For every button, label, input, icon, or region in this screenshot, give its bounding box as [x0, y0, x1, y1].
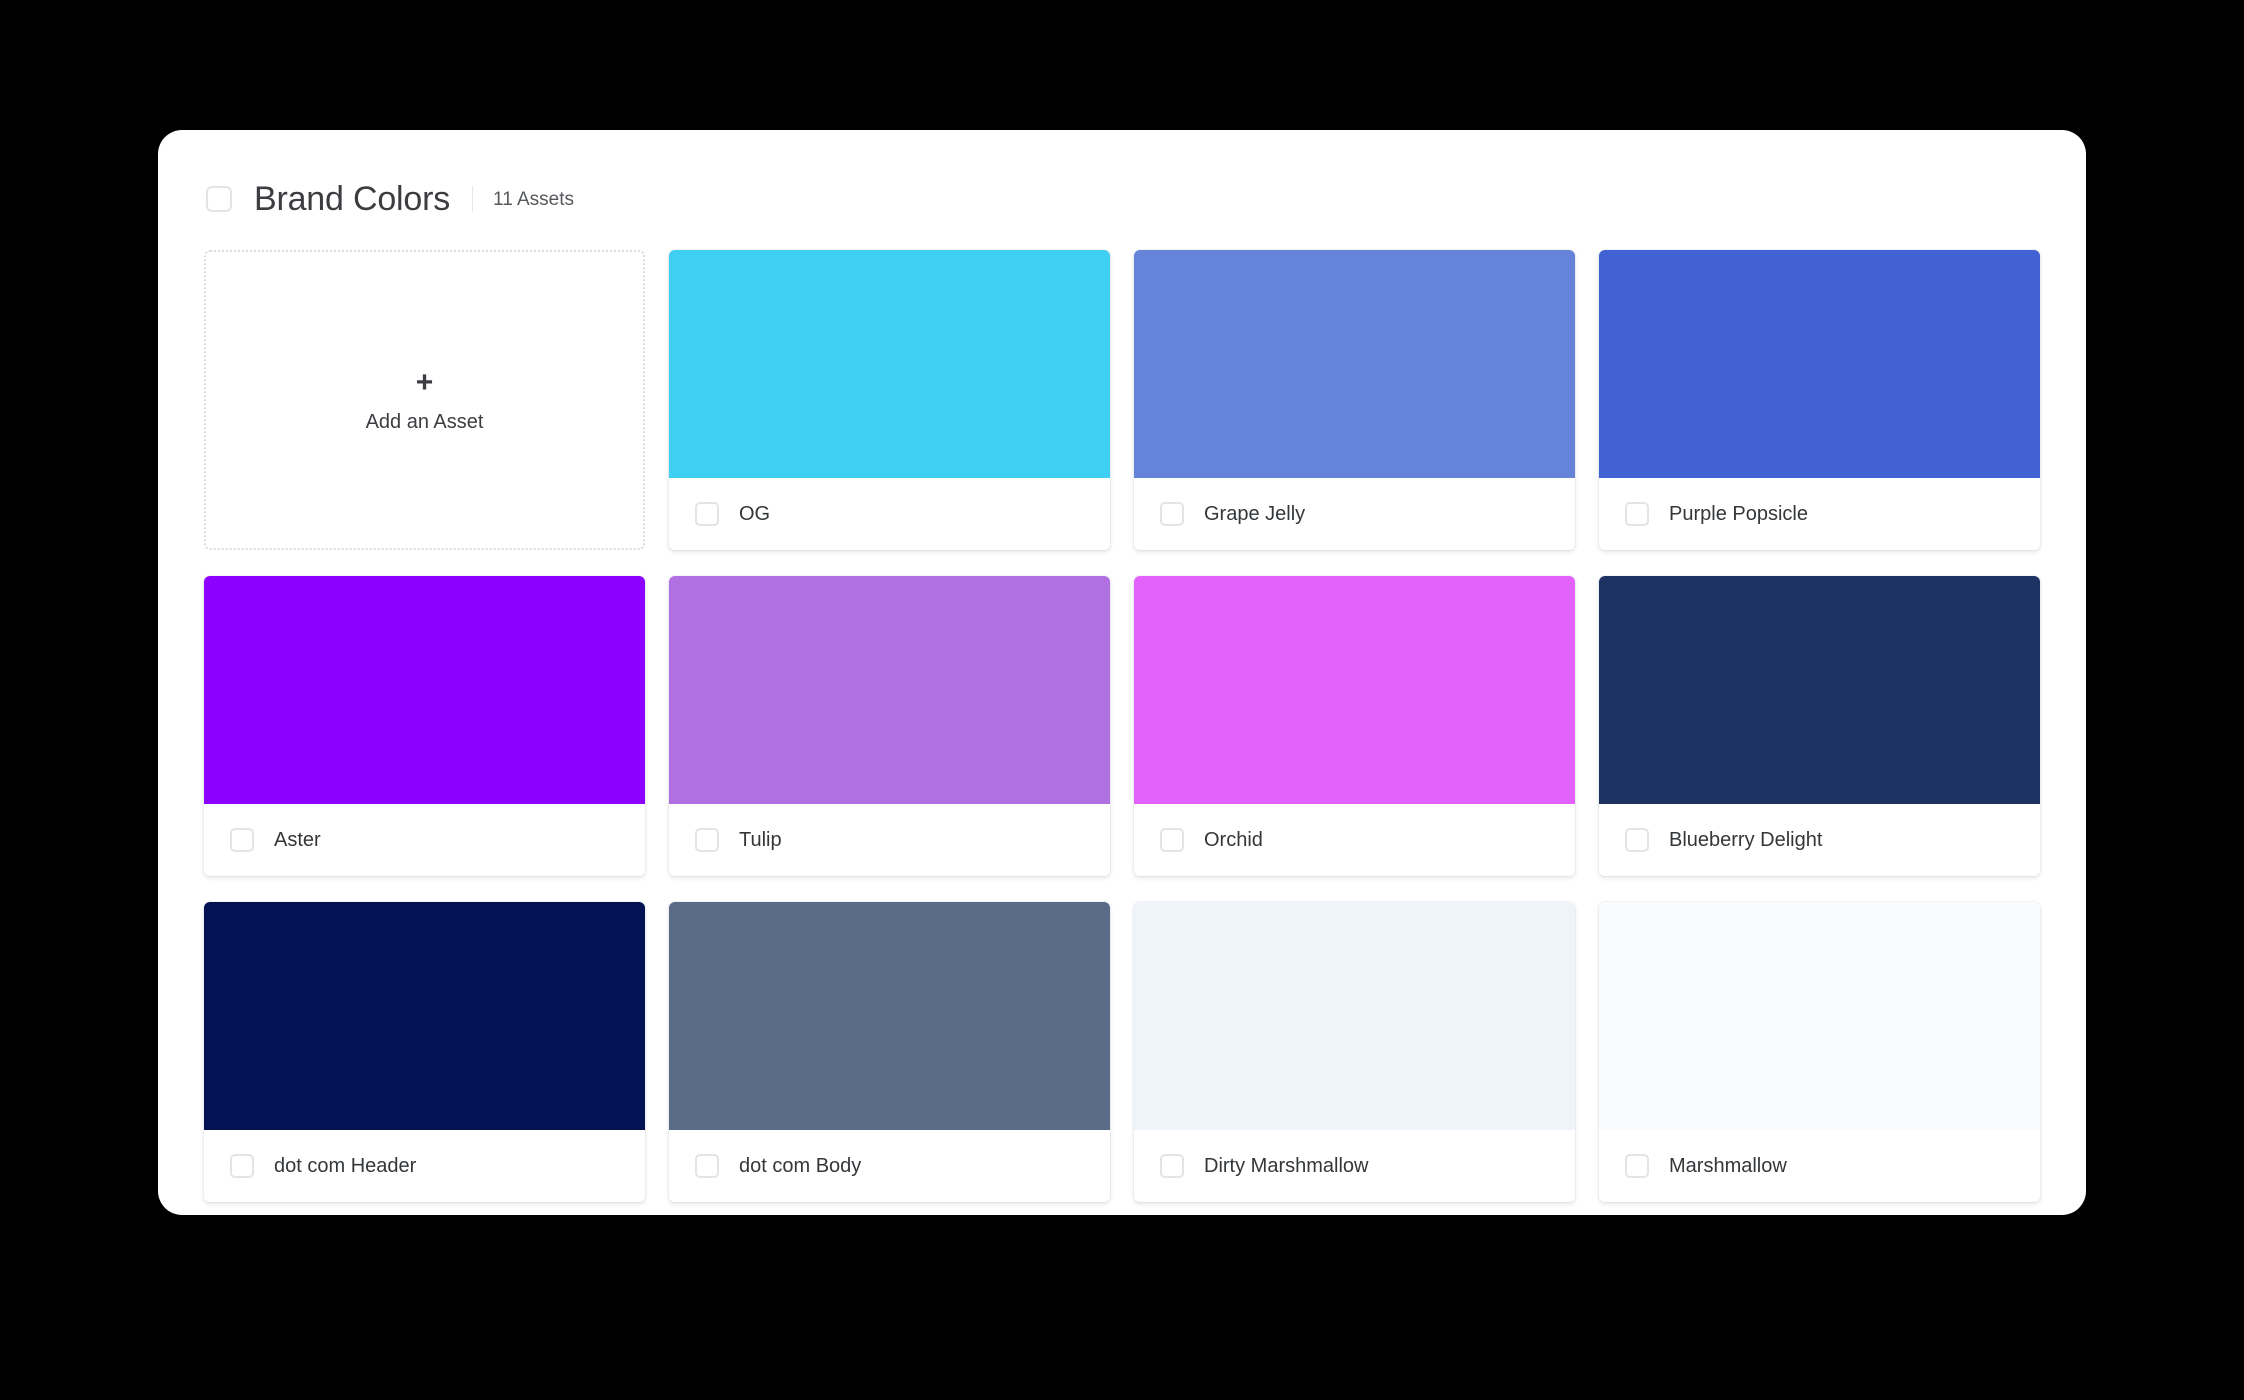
asset-select-checkbox[interactable] — [230, 1154, 254, 1178]
asset-name-label: OG — [739, 503, 771, 525]
asset-name-label: Marshmallow — [1669, 1155, 1787, 1177]
add-asset-tile[interactable]: + Add an Asset — [204, 250, 645, 550]
asset-name-label: dot com Header — [274, 1155, 417, 1177]
asset-card[interactable]: dot com Header — [204, 902, 645, 1202]
color-swatch[interactable] — [1599, 576, 2040, 804]
asset-select-checkbox[interactable] — [695, 828, 719, 852]
asset-label-bar: Blueberry Delight — [1599, 804, 2040, 876]
header-divider — [472, 186, 474, 212]
asset-count-label: 11 Assets — [493, 188, 575, 210]
asset-label-bar: dot com Header — [204, 1130, 645, 1202]
asset-label-bar: Grape Jelly — [1134, 478, 1575, 550]
asset-name-label: Dirty Marshmallow — [1204, 1155, 1369, 1177]
asset-name-label: dot com Body — [739, 1155, 862, 1177]
brand-colors-panel: Brand Colors 11 Assets + Add an Asset OG… — [158, 130, 2086, 1215]
asset-select-checkbox[interactable] — [230, 828, 254, 852]
panel-header: Brand Colors 11 Assets — [204, 172, 2040, 226]
asset-select-checkbox[interactable] — [1160, 502, 1184, 526]
asset-select-checkbox[interactable] — [695, 502, 719, 526]
asset-select-checkbox[interactable] — [1160, 828, 1184, 852]
add-asset-label: Add an Asset — [365, 411, 484, 433]
asset-name-label: Blueberry Delight — [1669, 829, 1823, 851]
asset-label-bar: dot com Body — [669, 1130, 1110, 1202]
color-swatch[interactable] — [669, 902, 1110, 1130]
plus-icon: + — [415, 366, 434, 399]
asset-select-checkbox[interactable] — [1160, 1154, 1184, 1178]
asset-name-label: Orchid — [1204, 829, 1263, 851]
asset-card[interactable]: OG — [669, 250, 1110, 550]
asset-label-bar: Orchid — [1134, 804, 1575, 876]
page-title: Brand Colors — [254, 180, 451, 218]
asset-select-checkbox[interactable] — [695, 1154, 719, 1178]
asset-label-bar: Purple Popsicle — [1599, 478, 2040, 550]
asset-label-bar: Marshmallow — [1599, 1130, 2040, 1202]
asset-select-checkbox[interactable] — [1625, 502, 1649, 526]
asset-card[interactable]: Dirty Marshmallow — [1134, 902, 1575, 1202]
color-swatch[interactable] — [1134, 902, 1575, 1130]
asset-name-label: Tulip — [739, 829, 782, 851]
color-swatch[interactable] — [204, 576, 645, 804]
asset-card[interactable]: Blueberry Delight — [1599, 576, 2040, 876]
asset-label-bar: OG — [669, 478, 1110, 550]
asset-card[interactable]: Tulip — [669, 576, 1110, 876]
color-swatch[interactable] — [1134, 250, 1575, 478]
select-all-checkbox[interactable] — [206, 186, 232, 212]
asset-card[interactable]: Orchid — [1134, 576, 1575, 876]
color-swatch[interactable] — [669, 250, 1110, 478]
asset-select-checkbox[interactable] — [1625, 1154, 1649, 1178]
asset-name-label: Aster — [274, 829, 321, 851]
color-swatch[interactable] — [1599, 250, 2040, 478]
asset-select-checkbox[interactable] — [1625, 828, 1649, 852]
asset-label-bar: Dirty Marshmallow — [1134, 1130, 1575, 1202]
asset-grid: + Add an Asset OG Grape Jelly Purple Popsi… — [204, 250, 2040, 1202]
asset-card[interactable]: dot com Body — [669, 902, 1110, 1202]
asset-name-label: Purple Popsicle — [1669, 503, 1808, 525]
color-swatch[interactable] — [1599, 902, 2040, 1130]
color-swatch[interactable] — [669, 576, 1110, 804]
asset-card[interactable]: Purple Popsicle — [1599, 250, 2040, 550]
asset-card[interactable]: Grape Jelly — [1134, 250, 1575, 550]
asset-label-bar: Tulip — [669, 804, 1110, 876]
asset-card[interactable]: Aster — [204, 576, 645, 876]
color-swatch[interactable] — [1134, 576, 1575, 804]
screen-background: Brand Colors 11 Assets + Add an Asset OG… — [0, 0, 2244, 1400]
color-swatch[interactable] — [204, 902, 645, 1130]
asset-card[interactable]: Marshmallow — [1599, 902, 2040, 1202]
asset-label-bar: Aster — [204, 804, 645, 876]
asset-name-label: Grape Jelly — [1204, 503, 1306, 525]
